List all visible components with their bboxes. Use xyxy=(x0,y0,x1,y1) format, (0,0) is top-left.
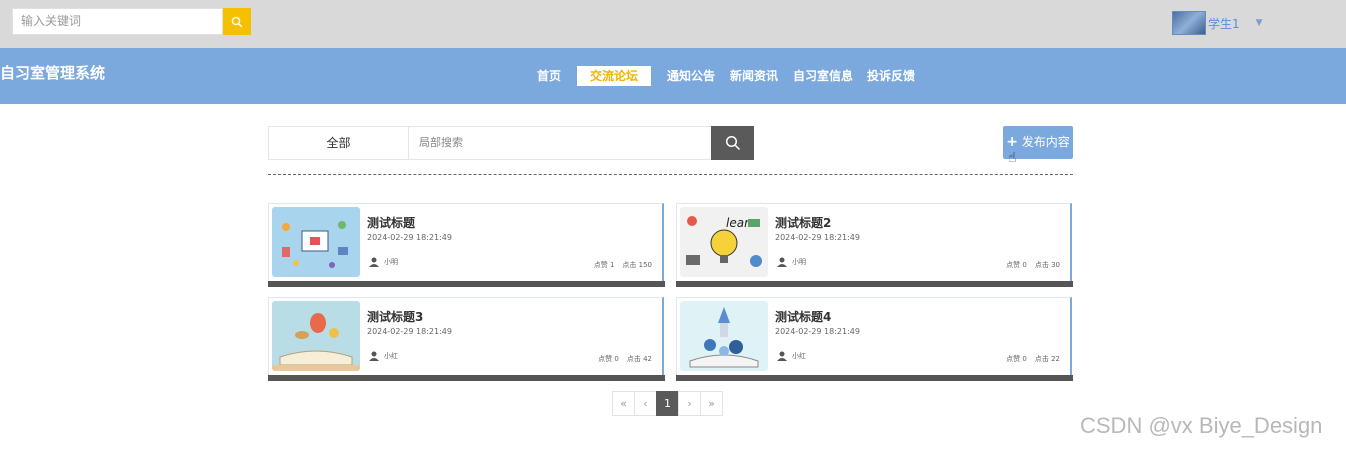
post-author: 小明 xyxy=(369,257,398,267)
page-prev-button[interactable]: ‹ xyxy=(634,391,657,416)
user-icon xyxy=(369,257,379,267)
likes-count: 点赞 0 xyxy=(598,355,619,363)
chevron-down-icon: ▼ xyxy=(1255,18,1263,28)
post-card[interactable]: 测试标题4 2024-02-29 18:21:49 小红 点赞 0 点击 22 xyxy=(676,297,1073,381)
post-thumbnail xyxy=(272,301,360,371)
nav-item-forum[interactable]: 交流论坛 xyxy=(577,66,651,86)
category-select[interactable]: 全部 xyxy=(269,127,409,159)
global-search-input[interactable]: 输入关键词 xyxy=(12,8,223,35)
page-current[interactable]: 1 xyxy=(656,391,679,416)
card-footer-bar xyxy=(676,375,1073,381)
post-thumbnail: learn xyxy=(680,207,768,277)
post-card[interactable]: 测试标题3 2024-02-29 18:21:49 小红 点赞 0 点击 42 xyxy=(268,297,665,381)
post-date: 2024-02-29 18:21:49 xyxy=(775,233,860,242)
author-name: 小明 xyxy=(792,258,806,266)
forum-search-input[interactable]: 局部搜索 xyxy=(419,127,463,159)
clicks-count: 点击 150 xyxy=(622,261,652,269)
page-first-button[interactable]: « xyxy=(612,391,635,416)
nav-item-news[interactable]: 新闻资讯 xyxy=(727,66,781,86)
nav-item-feedback[interactable]: 投诉反馈 xyxy=(864,66,918,86)
pagination: « ‹ 1 › » xyxy=(612,391,723,416)
post-date: 2024-02-29 18:21:49 xyxy=(775,327,860,336)
post-date: 2024-02-29 18:21:49 xyxy=(367,233,452,242)
post-card[interactable]: learn 测试标题2 2024-02-29 18:21:49 小明 点赞 0 … xyxy=(676,203,1073,287)
nav-item-studyroom[interactable]: 自习室信息 xyxy=(790,66,856,86)
post-stats: 点赞 0 点击 42 xyxy=(598,354,652,364)
user-icon xyxy=(777,257,787,267)
avatar xyxy=(1172,11,1206,35)
author-name: 小红 xyxy=(384,352,398,360)
post-card[interactable]: 测试标题 2024-02-29 18:21:49 小明 点赞 1 点击 150 xyxy=(268,203,665,287)
forum-filter: 全部 局部搜索 xyxy=(268,126,754,160)
top-bar: 输入关键词 学生1 ▼ xyxy=(0,0,1346,48)
search-icon xyxy=(725,135,740,151)
main-nav: 自习室管理系统 首页 交流论坛 通知公告 新闻资讯 自习室信息 投诉反馈 xyxy=(0,48,1346,104)
post-author: 小红 xyxy=(777,351,806,361)
page-last-button[interactable]: » xyxy=(700,391,723,416)
user-icon xyxy=(777,351,787,361)
post-author: 小明 xyxy=(777,257,806,267)
user-icon xyxy=(369,351,379,361)
likes-count: 点赞 0 xyxy=(1006,261,1027,269)
plus-icon: + xyxy=(1006,134,1018,150)
post-stats: 点赞 0 点击 30 xyxy=(1006,260,1060,270)
post-title[interactable]: 测试标题 xyxy=(367,214,415,231)
author-name: 小红 xyxy=(792,352,806,360)
global-search-button[interactable] xyxy=(223,8,251,35)
post-date: 2024-02-29 18:21:49 xyxy=(367,327,452,336)
clicks-count: 点击 22 xyxy=(1034,355,1060,363)
watermark: CSDN @vx Biye_Design xyxy=(1080,413,1323,438)
post-author: 小红 xyxy=(369,351,398,361)
clicks-count: 点击 42 xyxy=(626,355,652,363)
post-title[interactable]: 测试标题4 xyxy=(775,308,831,325)
card-footer-bar xyxy=(676,281,1073,287)
search-icon xyxy=(231,16,243,27)
post-title[interactable]: 测试标题2 xyxy=(775,214,831,231)
hand-cursor-icon: ☝ xyxy=(1008,150,1017,166)
user-menu[interactable]: 学生1 ▼ xyxy=(1172,10,1263,36)
nav-item-home[interactable]: 首页 xyxy=(530,66,568,86)
post-thumbnail xyxy=(272,207,360,277)
post-thumbnail xyxy=(680,301,768,371)
nav-item-notice[interactable]: 通知公告 xyxy=(664,66,718,86)
divider xyxy=(268,174,1073,175)
site-brand[interactable]: 自习室管理系统 xyxy=(0,62,105,83)
post-stats: 点赞 1 点击 150 xyxy=(594,260,652,270)
post-stats: 点赞 0 点击 22 xyxy=(1006,354,1060,364)
card-footer-bar xyxy=(268,375,665,381)
forum-search-button[interactable] xyxy=(711,126,754,160)
author-name: 小明 xyxy=(384,258,398,266)
likes-count: 点赞 0 xyxy=(1006,355,1027,363)
user-name: 学生1 xyxy=(1208,16,1240,31)
card-footer-bar xyxy=(268,281,665,287)
post-title[interactable]: 测试标题3 xyxy=(367,308,423,325)
publish-label: 发布内容 xyxy=(1021,135,1070,149)
likes-count: 点赞 1 xyxy=(593,261,615,269)
clicks-count: 点击 30 xyxy=(1034,261,1060,269)
page-next-button[interactable]: › xyxy=(678,391,701,416)
